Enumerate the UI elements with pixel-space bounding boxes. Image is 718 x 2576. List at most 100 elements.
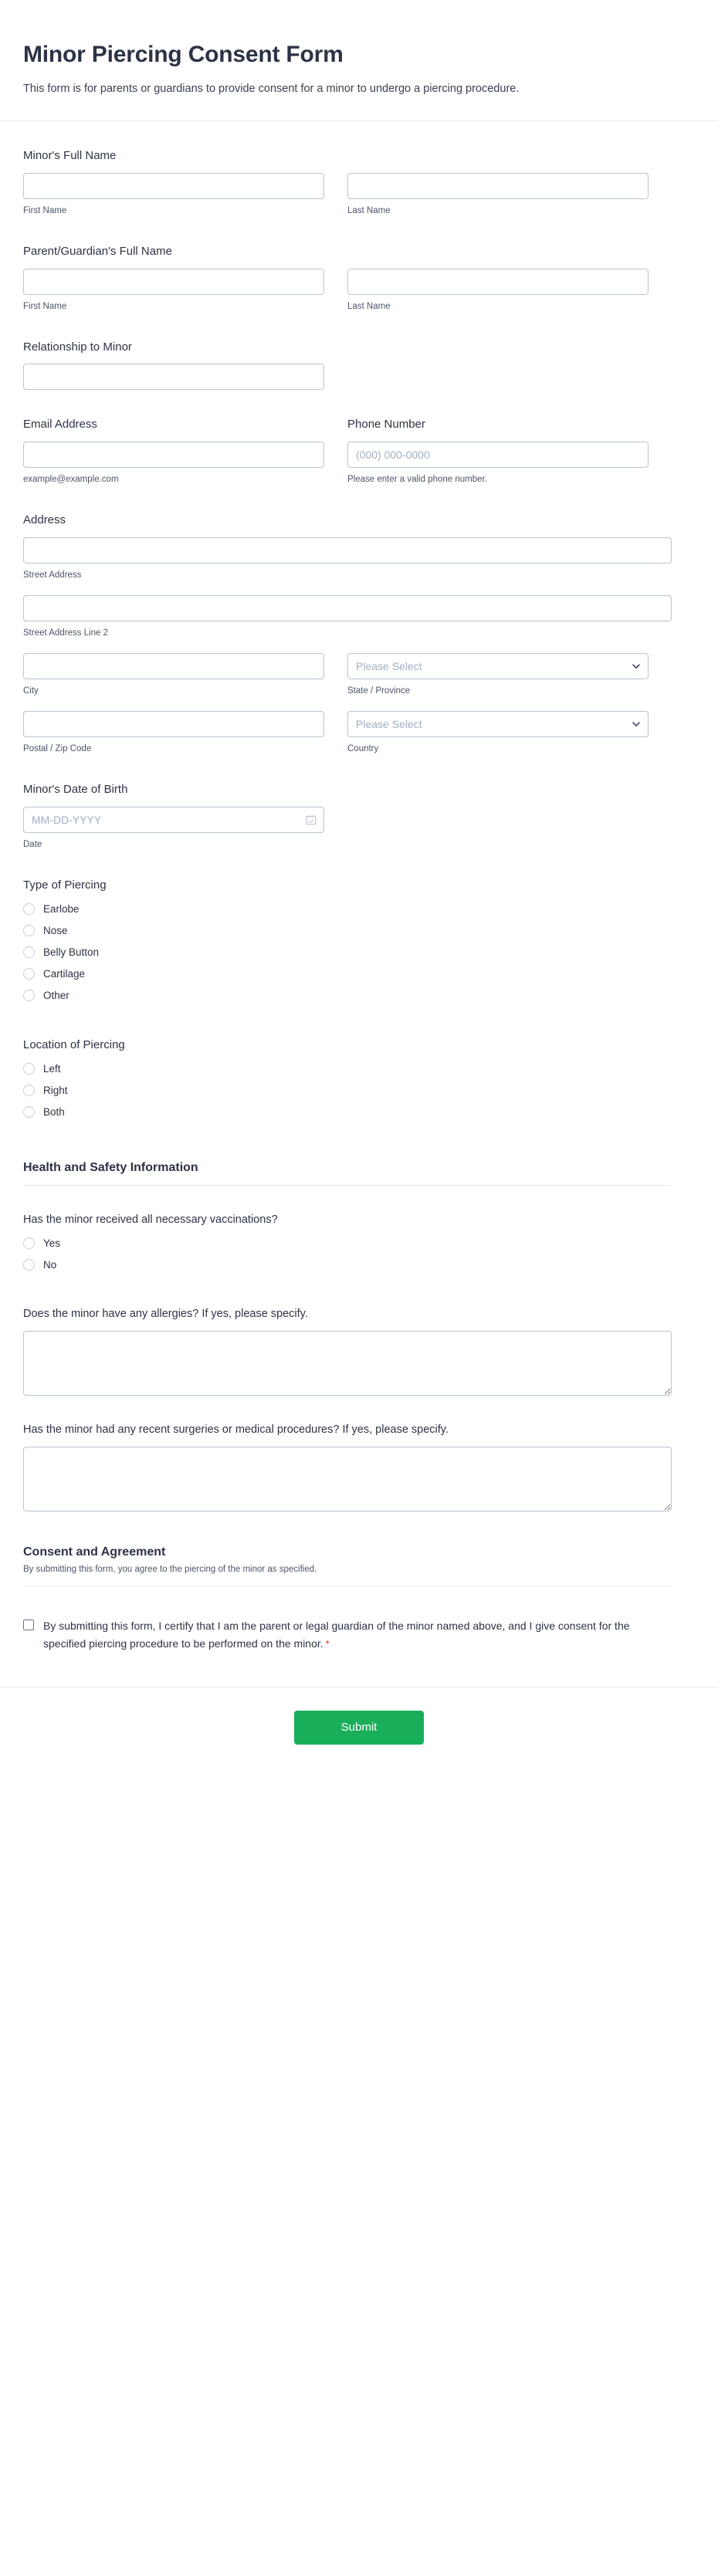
dob-group: Date (23, 807, 324, 851)
city-input[interactable] (23, 653, 324, 680)
state-sublabel: State / Province (347, 686, 411, 696)
email-label: Email Address (23, 418, 97, 432)
email-input[interactable] (23, 442, 324, 469)
radio-label: Cartilage (43, 968, 86, 980)
dob-sublabel: Date (23, 840, 42, 850)
field-type-of-piercing: Type of Piercing Earlobe Nose Belly Butt… (23, 851, 695, 1003)
allergies-label: Does the minor have any allergies? If ye… (23, 1307, 308, 1320)
health-section-title: Health and Safety Information (23, 1160, 198, 1174)
field-guardian-full-name: Parent/Guardian's Full Name First Name L… (23, 217, 695, 313)
city-group: City (23, 653, 324, 697)
surgeries-label: Has the minor had any recent surgeries o… (23, 1423, 449, 1436)
checkbox-icon[interactable] (23, 1620, 34, 1631)
postal-code-sublabel: Postal / Zip Code (23, 744, 92, 754)
state-group: Please Select State / Province (347, 653, 649, 697)
submit-area: Submit (23, 1687, 695, 1775)
phone-label: Phone Number (347, 418, 425, 432)
field-minor-full-name: Minor's Full Name First Name Last Name (23, 121, 695, 217)
consent-section-description: By submitting this form, you agree to th… (23, 1564, 317, 1574)
form-subtitle: This form is for parents or guardians to… (23, 82, 520, 95)
postal-code-group: Postal / Zip Code (23, 711, 324, 755)
radio-circle-icon (23, 1259, 35, 1271)
radio-option-cartilage[interactable]: Cartilage (23, 967, 695, 981)
minor-last-name-group: Last Name (347, 172, 649, 217)
street-address-group: Street Address (23, 537, 672, 581)
country-sublabel: Country (347, 744, 379, 754)
minor-first-name-group: First Name (23, 172, 324, 217)
required-asterisk: * (325, 1638, 330, 1650)
radio-label: Right (43, 1084, 68, 1096)
form-body: Minor's Full Name First Name Last Name P… (0, 121, 718, 1775)
guardian-last-name-sublabel: Last Name (347, 301, 391, 311)
radio-circle-icon (23, 1085, 35, 1097)
section-consent-and-agreement: Consent and Agreement By submitting this… (23, 1511, 695, 1587)
radio-option-both[interactable]: Both (23, 1105, 695, 1119)
radio-option-yes[interactable]: Yes (23, 1237, 695, 1251)
submit-button[interactable]: Submit (294, 1710, 424, 1745)
guardian-first-name-group: First Name (23, 268, 324, 313)
piercing-location-radio-group: Left Right Both (23, 1062, 695, 1119)
radio-option-right[interactable]: Right (23, 1084, 695, 1098)
field-consent-checkbox: By submitting this form, I certify that … (23, 1586, 695, 1652)
radio-circle-icon (23, 925, 35, 937)
minor-first-name-input[interactable] (23, 172, 324, 199)
surgeries-textarea[interactable] (23, 1446, 672, 1511)
radio-option-belly-button[interactable]: Belly Button (23, 946, 695, 960)
street-address-sublabel: Street Address (23, 570, 82, 580)
guardian-last-name-group: Last Name (347, 268, 649, 313)
radio-option-left[interactable]: Left (23, 1062, 695, 1076)
field-relationship-to-minor: Relationship to Minor (23, 313, 695, 391)
section-health-and-safety: Health and Safety Information (23, 1127, 695, 1186)
street-address-2-input[interactable] (23, 595, 672, 622)
radio-option-other[interactable]: Other (23, 989, 695, 1003)
consent-section-title: Consent and Agreement (23, 1545, 166, 1559)
consent-checkbox-row[interactable]: By submitting this form, I certify that … (23, 1617, 695, 1652)
state-select[interactable]: Please Select (347, 653, 649, 680)
field-minor-date-of-birth: Minor's Date of Birth Date (23, 755, 695, 851)
page-title: Minor Piercing Consent Form (23, 42, 344, 67)
relationship-group (23, 364, 324, 391)
radio-label: No (43, 1258, 57, 1271)
radio-circle-icon (23, 968, 35, 980)
minor-last-name-input[interactable] (347, 172, 649, 199)
dob-input[interactable] (23, 807, 324, 834)
radio-circle-icon (23, 1106, 35, 1119)
phone-input[interactable] (347, 442, 649, 469)
radio-label: Earlobe (43, 903, 80, 916)
radio-label: Other (43, 990, 69, 1002)
radio-option-no[interactable]: No (23, 1258, 695, 1272)
allergies-textarea[interactable] (23, 1330, 672, 1396)
radio-circle-icon (23, 1237, 35, 1250)
country-select[interactable]: Please Select (347, 711, 649, 738)
radio-option-nose[interactable]: Nose (23, 924, 695, 938)
relationship-input[interactable] (23, 364, 324, 391)
field-allergies: Does the minor have any allergies? If ye… (23, 1280, 695, 1396)
field-location-of-piercing: Location of Piercing Left Right Both (23, 1010, 695, 1119)
form-header: Minor Piercing Consent Form This form is… (0, 0, 718, 97)
radio-option-earlobe[interactable]: Earlobe (23, 902, 695, 916)
radio-label: Nose (43, 925, 68, 937)
radio-circle-icon (23, 1063, 35, 1075)
city-sublabel: City (23, 686, 39, 696)
radio-circle-icon (23, 903, 35, 916)
email-sublabel: example@example.com (23, 475, 119, 485)
phone-sublabel: Please enter a valid phone number. (347, 475, 487, 485)
consent-form-page: Minor Piercing Consent Form This form is… (0, 0, 718, 2576)
country-group: Please Select Country (347, 711, 649, 755)
guardian-first-name-sublabel: First Name (23, 301, 67, 311)
guardian-name-label: Parent/Guardian's Full Name (23, 244, 172, 258)
consent-checkbox-label: By submitting this form, I certify that … (43, 1617, 653, 1652)
guardian-last-name-input[interactable] (347, 268, 649, 295)
vaccinations-radio-group: Yes No (23, 1237, 695, 1272)
street-address-input[interactable] (23, 537, 672, 564)
dob-label: Minor's Date of Birth (23, 783, 128, 797)
street-address-2-group: Street Address Line 2 (23, 595, 672, 639)
minor-name-label: Minor's Full Name (23, 148, 117, 162)
email-group: Email Address example@example.com (23, 416, 324, 486)
postal-code-input[interactable] (23, 711, 324, 738)
street-address-2-sublabel: Street Address Line 2 (23, 628, 108, 638)
guardian-first-name-input[interactable] (23, 268, 324, 295)
field-surgeries: Has the minor had any recent surgeries o… (23, 1396, 695, 1511)
radio-label: Belly Button (43, 946, 100, 959)
consent-checkbox-text: By submitting this form, I certify that … (43, 1620, 630, 1650)
